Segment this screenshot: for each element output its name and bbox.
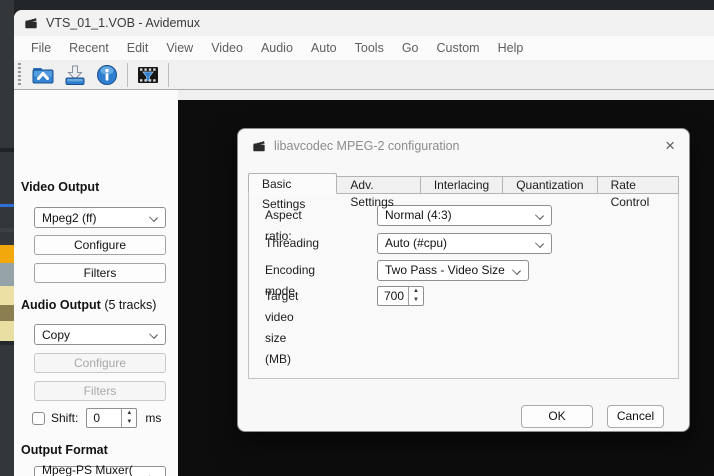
timeline-sliver-band [0,341,14,345]
cancel-button[interactable]: Cancel [607,405,664,428]
dialog-titlebar[interactable]: libavcodec MPEG-2 configuration × [238,129,689,163]
desktop-top-edge [0,0,714,10]
target-size-label: Target video size (MB) [265,289,299,366]
timeline-sliver-band [0,148,14,152]
chevron-down-icon [512,266,521,275]
video-codec-value: Mpeg2 (ff) [42,210,97,225]
encoding-mode-select[interactable]: Two Pass - Video Size [377,260,529,281]
shift-unit-label: ms [145,411,162,425]
dialog-tab-bar: Basic Settings Adv. Settings Interlacing… [248,173,679,211]
audio-codec-select[interactable]: Copy [34,324,166,345]
dialog-clapperboard-icon [252,139,266,153]
toolbar [14,60,714,90]
menu-file[interactable]: File [22,36,60,60]
toolbar-separator [127,62,128,87]
muxer-select[interactable]: Mpeg-PS Muxer( ff) [34,462,166,476]
information-icon[interactable] [93,62,121,88]
chevron-down-icon [149,330,158,339]
video-filters-icon[interactable] [134,62,162,88]
desktop-left-edge [0,0,14,476]
audio-tracks-count: (5 tracks) [104,298,157,312]
thumbnail-sliver [0,286,14,305]
open-video-icon[interactable] [29,62,57,88]
dialog-title: libavcodec MPEG-2 configuration [274,139,460,153]
audio-shift-row: Shift: 0 ▲ ▼ ms [32,408,161,428]
close-icon[interactable]: × [665,136,675,156]
spin-arrows: ▲ ▼ [408,287,423,305]
video-filters-button[interactable]: Filters [34,263,166,283]
thumbnail-sliver [0,321,14,341]
threading-value: Auto (#cpu) [385,236,448,250]
mpeg2-configuration-dialog: libavcodec MPEG-2 configuration × Basic … [237,128,690,432]
spin-down-icon[interactable]: ▼ [122,418,136,427]
menu-go[interactable]: Go [393,36,428,60]
output-sidebar: Video Output Mpeg2 (ff) Configure Filter… [14,90,178,476]
audio-codec-value: Copy [42,327,71,342]
muxer-value: Mpeg-PS Muxer( ff) [42,462,133,476]
chevron-down-icon [535,211,544,220]
chevron-down-icon [149,213,158,222]
audio-output-heading: Audio Output (5 tracks) [21,298,157,312]
save-video-icon[interactable] [61,62,89,88]
tab-interlacing[interactable]: Interlacing [420,176,504,194]
tab-rate-control[interactable]: Rate Control [597,176,679,209]
spin-up-icon[interactable]: ▲ [409,287,423,296]
threading-select[interactable]: Auto (#cpu) [377,233,552,254]
video-configure-button[interactable]: Configure [34,235,166,255]
thumbnail-sliver [0,305,14,321]
content-margin [178,90,714,100]
ok-button[interactable]: OK [521,405,593,428]
threading-label: Threading [265,236,320,250]
menu-custom[interactable]: Custom [428,36,489,60]
spin-down-icon[interactable]: ▼ [409,296,423,305]
audio-configure-button: Configure [34,353,166,373]
audio-filters-button: Filters [34,381,166,401]
aspect-ratio-select[interactable]: Normal (4:3) [377,205,552,226]
window-title: VTS_01_1.VOB - Avidemux [46,16,201,30]
tab-adv-settings[interactable]: Adv. Settings [337,176,421,209]
toolbar-drag-handle[interactable] [18,62,21,87]
chevron-down-icon [535,239,544,248]
thumbnail-sliver [0,245,14,263]
tab-basic-settings[interactable]: Basic Settings [248,173,338,211]
timeline-sliver-band [0,228,14,232]
menu-help[interactable]: Help [489,36,533,60]
shift-spinbox[interactable]: 0 ▲ ▼ [86,408,138,428]
video-output-heading: Video Output [21,180,100,194]
tab-content-pane: Aspect ratio: Normal (4:3) Threading Aut… [248,193,679,379]
timeline-sliver-band [0,204,14,207]
menu-audio[interactable]: Audio [252,36,302,60]
toolbar-separator [168,62,169,87]
menu-tools[interactable]: Tools [346,36,393,60]
window-titlebar: VTS_01_1.VOB - Avidemux [14,10,714,36]
app-clapperboard-icon [24,16,38,30]
shift-label: Shift: [51,411,79,425]
target-size-value[interactable]: 700 [378,287,408,305]
output-format-heading: Output Format [21,443,108,457]
spin-up-icon[interactable]: ▲ [122,409,136,418]
menu-auto[interactable]: Auto [302,36,346,60]
menu-bar: File Recent Edit View Video Audio Auto T… [14,36,714,60]
shift-value[interactable]: 0 [87,409,121,427]
shift-checkbox[interactable] [32,411,45,425]
thumbnail-sliver [0,263,14,286]
tab-quantization[interactable]: Quantization [503,176,598,194]
aspect-ratio-value: Normal (4:3) [385,208,452,222]
chevron-down-icon [149,472,158,476]
menu-edit[interactable]: Edit [118,36,158,60]
menu-recent[interactable]: Recent [60,36,118,60]
spin-arrows: ▲ ▼ [121,409,136,427]
target-size-spinbox[interactable]: 700 ▲ ▼ [377,286,424,306]
menu-video[interactable]: Video [202,36,252,60]
menu-view[interactable]: View [157,36,202,60]
video-codec-select[interactable]: Mpeg2 (ff) [34,207,166,228]
encoding-mode-value: Two Pass - Video Size [385,263,505,277]
